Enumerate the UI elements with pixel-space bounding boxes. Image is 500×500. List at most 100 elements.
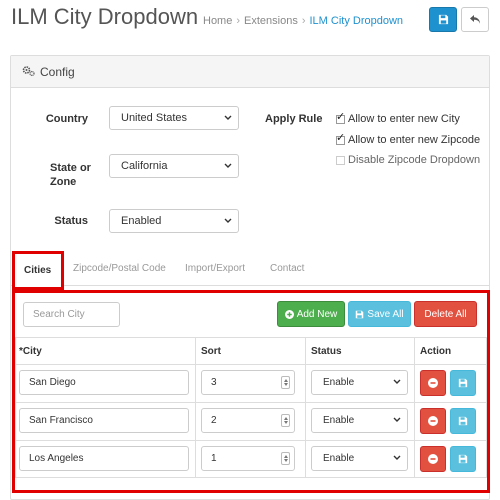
reply-icon: [470, 15, 480, 24]
tab-label: Cities: [24, 265, 52, 276]
state-label-line: State or: [50, 162, 91, 174]
tab-zipcode[interactable]: Zipcode/Postal Code: [73, 263, 166, 274]
back-button[interactable]: [461, 7, 489, 32]
sort-input[interactable]: 1: [201, 446, 295, 471]
status-value: Enable: [323, 453, 355, 464]
country-label: Country: [45, 113, 88, 125]
chevron-down-icon: [224, 218, 232, 223]
rule-label: Disable Zipcode Dropdown: [348, 154, 481, 166]
checkbox[interactable]: [336, 155, 345, 165]
country-select-value: United States: [121, 112, 188, 124]
table-border: [305, 337, 306, 477]
tab-import-export[interactable]: Import/Export: [185, 263, 245, 274]
sort-value: 2: [211, 415, 217, 426]
save-button[interactable]: [429, 7, 457, 32]
minus-circle-icon: [428, 416, 438, 426]
status-value: Enable: [323, 415, 355, 426]
status-label: Status: [54, 215, 88, 227]
floppy-icon: [438, 14, 448, 25]
save-all-button[interactable]: Save All: [348, 301, 411, 327]
tab-contact[interactable]: Contact: [270, 263, 304, 274]
apply-rule-label: Apply Rule: [265, 113, 323, 125]
delete-row-button[interactable]: [420, 446, 446, 472]
rule-allow-new-zipcode[interactable]: Allow to enter new Zipcode: [336, 131, 481, 146]
panel-heading: Config: [11, 56, 489, 88]
state-select-value: California: [121, 160, 168, 172]
table-border: [15, 337, 16, 477]
column-header-city: *City: [19, 346, 42, 357]
rule-label: Allow to enter new Zipcode: [348, 134, 481, 146]
status-select[interactable]: Enable: [311, 446, 408, 471]
add-new-label: Add New: [296, 308, 338, 320]
rule-disable-zipcode-dropdown[interactable]: Disable Zipcode Dropdown: [336, 154, 480, 166]
tab-cities[interactable]: Cities: [12, 251, 64, 290]
sort-input[interactable]: 2: [201, 408, 295, 433]
country-select[interactable]: United States: [109, 106, 239, 130]
city-input[interactable]: San Francisco: [19, 408, 189, 433]
table-border: [15, 440, 487, 441]
state-label: State or Zone: [50, 161, 91, 189]
checkbox[interactable]: [336, 110, 345, 124]
delete-row-button[interactable]: [420, 408, 446, 434]
sort-input[interactable]: 3: [201, 370, 295, 395]
page-header: ILM City Dropdown Home › Extensions › ILM Ci…: [0, 0, 500, 44]
table-border: [15, 364, 487, 365]
column-header-status: Status: [311, 346, 342, 357]
status-select-value: Enabled: [121, 215, 162, 227]
state-select[interactable]: California: [109, 154, 239, 178]
chevron-down-icon: [393, 417, 401, 422]
breadcrumb-current[interactable]: ILM City Dropdown: [310, 15, 404, 27]
save-all-label: Save All: [367, 308, 404, 320]
breadcrumb-extensions[interactable]: Extensions: [244, 15, 298, 27]
tabs-divider: [11, 285, 489, 286]
page-title: ILM City Dropdown: [11, 4, 199, 29]
table-border: [15, 402, 487, 403]
floppy-icon: [458, 416, 468, 426]
rule-allow-new-city[interactable]: Allow to enter new City: [336, 110, 460, 125]
breadcrumb-separator: ›: [301, 15, 306, 27]
add-new-button[interactable]: Add New: [277, 301, 345, 327]
floppy-icon: [458, 454, 468, 464]
chevron-down-icon: [224, 163, 232, 168]
column-header-sort: Sort: [201, 346, 221, 357]
status-select[interactable]: Enabled: [109, 209, 239, 233]
spinner-icon[interactable]: [281, 452, 290, 465]
breadcrumb-separator: ›: [236, 15, 241, 27]
delete-row-button[interactable]: [420, 370, 446, 396]
delete-all-label: Delete All: [424, 308, 467, 320]
breadcrumb: Home › Extensions › ILM City Dropdown: [203, 15, 403, 27]
minus-circle-icon: [428, 454, 438, 464]
table-border: [414, 337, 415, 477]
rule-label: Allow to enter new City: [348, 113, 460, 125]
column-header-action: Action: [420, 346, 452, 357]
chevron-down-icon: [393, 455, 401, 460]
minus-circle-icon: [428, 378, 438, 388]
table-border: [195, 337, 196, 477]
table-border: [15, 477, 487, 478]
floppy-icon: [355, 310, 364, 319]
chevron-down-icon: [224, 115, 232, 120]
spinner-icon[interactable]: [281, 414, 290, 427]
panel-title: Config: [40, 65, 75, 79]
table-border: [15, 337, 487, 338]
city-input[interactable]: San Diego: [19, 370, 189, 395]
gear-icon: [22, 66, 35, 77]
status-select[interactable]: Enable: [311, 408, 408, 433]
sort-value: 1: [211, 453, 217, 464]
breadcrumb-home[interactable]: Home: [203, 15, 232, 27]
table-border: [486, 337, 487, 477]
status-value: Enable: [323, 377, 355, 388]
save-row-button[interactable]: [450, 408, 476, 434]
search-city-input[interactable]: Search City: [23, 302, 120, 327]
status-select[interactable]: Enable: [311, 370, 408, 395]
city-input[interactable]: Los Angeles: [19, 446, 189, 471]
checkbox[interactable]: [336, 131, 345, 145]
plus-circle-icon: [284, 309, 294, 319]
delete-all-button[interactable]: Delete All: [414, 301, 477, 327]
chevron-down-icon: [393, 379, 401, 384]
spinner-icon[interactable]: [281, 376, 290, 389]
save-row-button[interactable]: [450, 446, 476, 472]
save-row-button[interactable]: [450, 370, 476, 396]
state-label-line: Zone: [50, 176, 77, 188]
floppy-icon: [458, 378, 468, 388]
